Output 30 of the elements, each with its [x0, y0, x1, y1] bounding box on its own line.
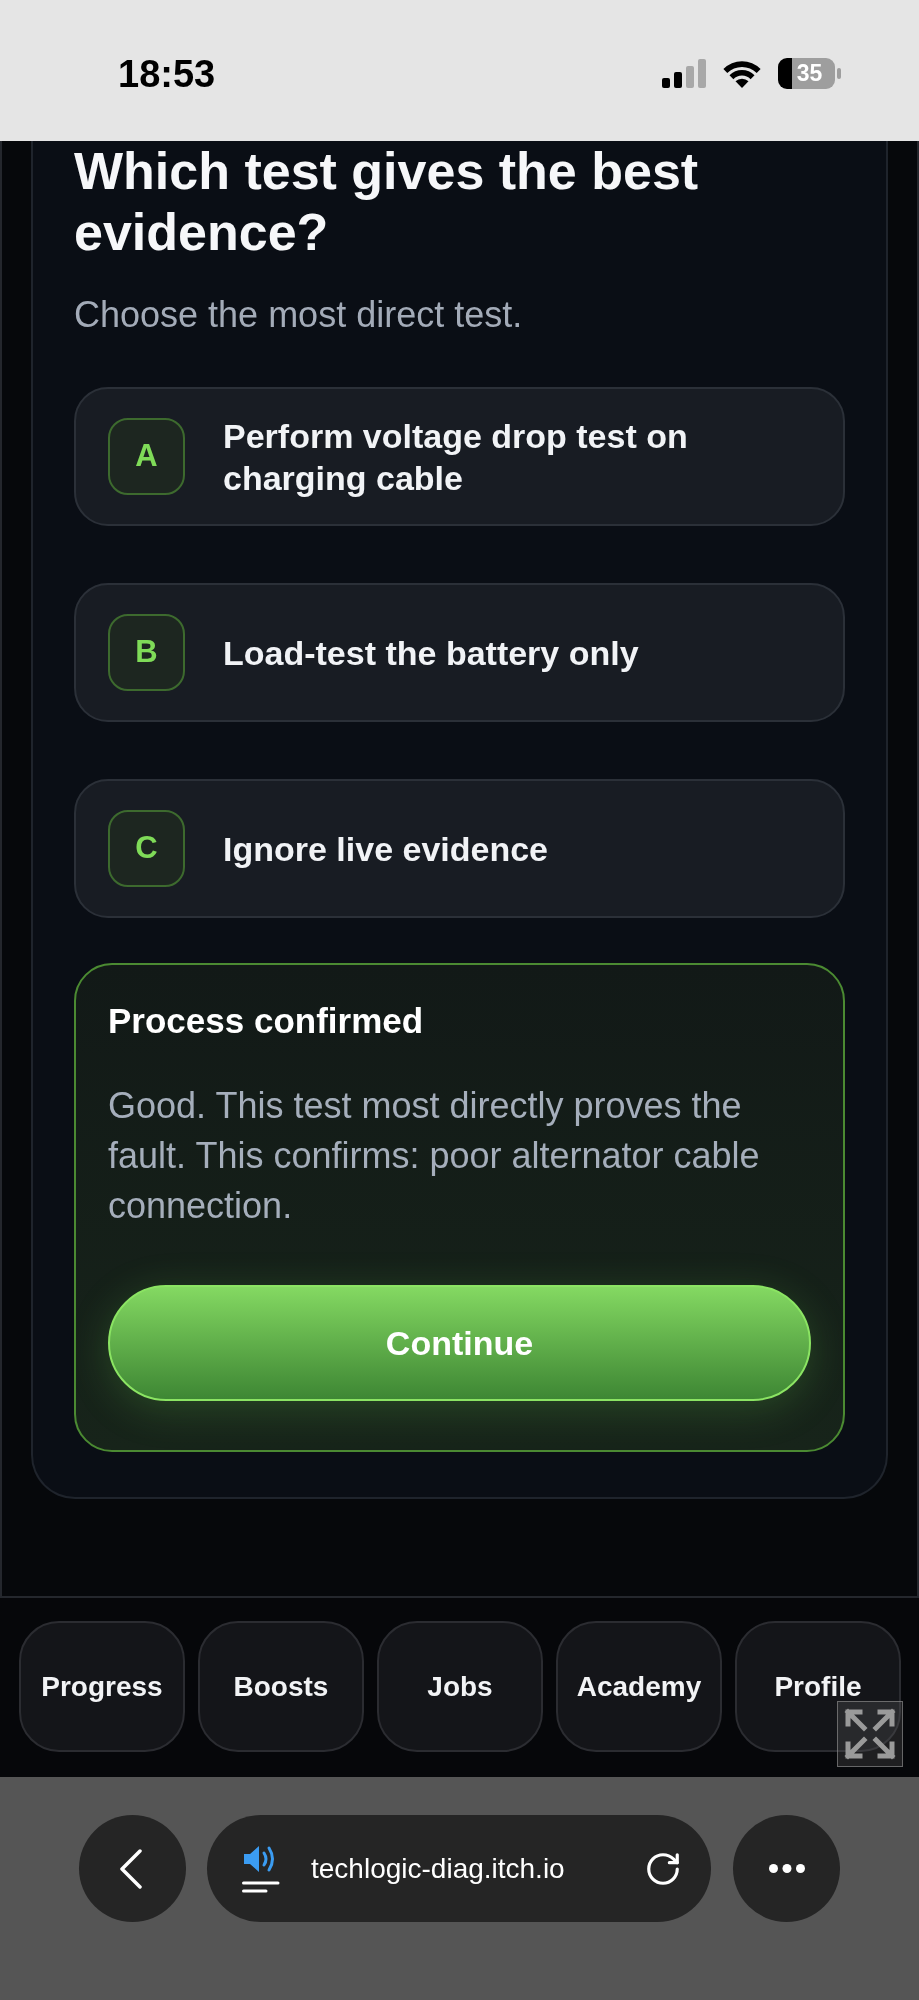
signal-icon: [662, 59, 706, 88]
answer-option[interactable]: C Ignore live evidence: [74, 779, 845, 918]
expand-arrows-icon: [843, 1707, 897, 1761]
url-text: techlogic-diag.itch.io: [311, 1851, 565, 1886]
answer-option[interactable]: B Load-test the battery only: [74, 583, 845, 722]
option-letter: A: [108, 418, 185, 495]
nav-button[interactable]: Academy: [556, 1621, 722, 1752]
feedback-message: Good. This test most directly proves the fault. This confirms: poor alternator cable connection.: [108, 1084, 761, 1228]
question-subtitle: Choose the most direct test.: [74, 293, 524, 337]
address-bar[interactable]: techlogic-diag.itch.io: [207, 1815, 711, 1922]
battery-indicator: 35: [778, 58, 835, 89]
more-icon: [768, 1864, 805, 1873]
battery-tip-icon: [837, 68, 841, 79]
nav-button[interactable]: Jobs: [377, 1621, 543, 1752]
option-letter: B: [108, 614, 185, 691]
answer-option[interactable]: A Perform voltage drop test on charging cable: [74, 387, 845, 526]
nav-button[interactable]: Profile: [735, 1621, 901, 1752]
nav-button[interactable]: Boosts: [198, 1621, 364, 1752]
option-text: Perform voltage drop test on charging cable: [223, 415, 689, 499]
speaker-text-icon: [242, 1844, 280, 1893]
status-time: 18:53: [118, 54, 216, 93]
fullscreen-button[interactable]: [837, 1701, 903, 1767]
option-text: Load-test the battery only: [223, 632, 639, 674]
wifi-icon: [722, 59, 762, 88]
feedback-title: Process confirmed: [108, 1000, 425, 1042]
nav-button[interactable]: Progress: [19, 1621, 185, 1752]
option-text: Ignore live evidence: [223, 828, 549, 870]
question-title: Which test gives the best evidence?: [74, 141, 700, 263]
option-letter: C: [108, 810, 185, 887]
back-icon: [119, 1848, 142, 1889]
